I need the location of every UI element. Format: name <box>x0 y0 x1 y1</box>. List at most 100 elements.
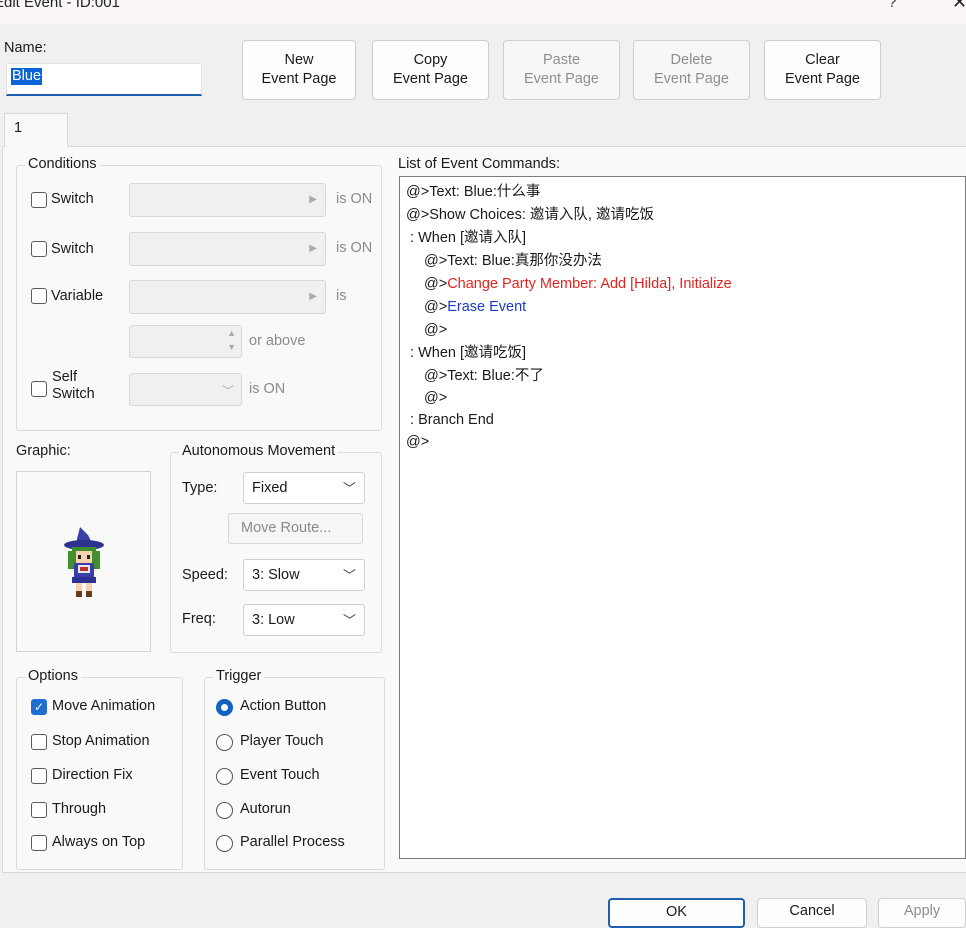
stop-animation-checkbox[interactable] <box>31 734 47 750</box>
type-label: Type: <box>182 480 218 496</box>
trigger-title: Trigger <box>213 668 265 684</box>
name-input[interactable]: Blue <box>6 63 202 96</box>
button-line: Event Page <box>785 71 860 87</box>
name-value: Blue <box>11 68 43 85</box>
speed-value: 3: Slow <box>252 567 300 583</box>
or-above-label: or above <box>249 333 306 349</box>
autorun-radio[interactable] <box>216 802 233 819</box>
command-text: Show Choices: 邀请入队, 邀请吃饭 <box>429 207 654 223</box>
command-text: Branch End <box>418 412 494 428</box>
command-text: When [邀请入队] <box>418 230 527 246</box>
variable-label: Variable <box>51 288 104 304</box>
button-line: New <box>284 52 314 68</box>
command-line[interactable]: @>Erase Event <box>424 297 526 317</box>
paste-event-page-button[interactable]: Paste Event Page <box>503 40 620 100</box>
play-arrow-icon: ▶ <box>309 243 317 254</box>
window-title: Edit Event - ID:001 <box>0 0 120 11</box>
command-line[interactable]: @> <box>406 432 429 452</box>
switch1-checkbox[interactable] <box>31 192 47 208</box>
new-event-page-button[interactable]: New Event Page <box>242 40 356 100</box>
freq-select[interactable]: 3: Low ﹀ <box>243 604 365 636</box>
ok-label: OK <box>666 904 687 920</box>
self-switch-select[interactable]: ﹀ <box>129 373 242 406</box>
chevron-down-icon: ﹀ <box>342 568 356 583</box>
variable-selector[interactable]: ▶ <box>129 280 326 314</box>
command-prefix: @> <box>424 276 448 292</box>
clear-event-page-button[interactable]: Clear Event Page <box>764 40 881 100</box>
parallel-process-radio[interactable] <box>216 835 233 852</box>
command-line[interactable]: @>Change Party Member: Add [Hilda], Init… <box>424 274 732 294</box>
freq-label: Freq: <box>182 611 216 627</box>
tab-page-1[interactable]: 1 <box>4 113 68 147</box>
variable-value-spinner[interactable]: ▲ ▼ <box>129 325 242 358</box>
command-line[interactable]: : When [邀请吃饭] <box>410 343 526 363</box>
direction-fix-label: Direction Fix <box>52 767 133 783</box>
command-line[interactable]: @>Text: Blue:不了 <box>424 366 544 386</box>
title-bar <box>0 0 966 24</box>
command-prefix: @> <box>406 207 430 223</box>
chevron-down-icon: ﹀ <box>342 481 356 496</box>
event-commands-label: List of Event Commands: <box>398 156 560 172</box>
play-arrow-icon: ▶ <box>309 291 317 302</box>
command-line[interactable]: @> <box>424 388 447 408</box>
action-button-radio[interactable] <box>216 699 233 716</box>
variable-checkbox[interactable] <box>31 288 47 304</box>
command-line[interactable]: : When [邀请入队] <box>410 228 526 248</box>
command-text: Text: Blue:真那你没办法 <box>447 253 602 269</box>
event-touch-radio[interactable] <box>216 768 233 785</box>
command-text: Erase Event <box>447 299 527 315</box>
move-animation-label: Move Animation <box>52 698 156 714</box>
move-animation-checkbox[interactable]: ✓ <box>31 699 47 715</box>
through-checkbox[interactable] <box>31 802 47 818</box>
copy-event-page-button[interactable]: Copy Event Page <box>372 40 489 100</box>
event-commands-list[interactable]: @>Text: Blue:什么事 @>Show Choices: 邀请入队, 邀… <box>399 176 966 859</box>
command-line[interactable]: : Branch End <box>410 410 494 430</box>
command-prefix: @> <box>406 434 430 450</box>
switch1-label: Switch <box>51 191 94 207</box>
tab-label: 1 <box>14 120 23 136</box>
stop-animation-label: Stop Animation <box>52 733 150 749</box>
type-select[interactable]: Fixed ﹀ <box>243 472 365 504</box>
command-prefix: : <box>410 412 419 428</box>
switch2-checkbox[interactable] <box>31 241 47 257</box>
graphic-box[interactable] <box>16 471 151 652</box>
command-line[interactable]: @>Text: Blue:真那你没办法 <box>424 251 602 271</box>
speed-select[interactable]: 3: Slow ﹀ <box>243 559 365 591</box>
spin-up-icon: ▲ <box>227 328 236 338</box>
command-text: Change Party Member: Add [Hilda], Initia… <box>447 276 732 292</box>
command-line[interactable]: @>Text: Blue:什么事 <box>406 182 540 202</box>
event-touch-label: Event Touch <box>240 767 320 783</box>
close-icon[interactable]: ✕ <box>952 0 966 13</box>
self-switch-label: Self Switch <box>52 369 95 403</box>
command-prefix: @> <box>424 390 448 406</box>
apply-button[interactable]: Apply <box>878 898 966 928</box>
button-line: Event Page <box>654 71 729 87</box>
command-line[interactable]: @>Show Choices: 邀请入队, 邀请吃饭 <box>406 205 654 225</box>
move-route-button[interactable]: Move Route... <box>228 513 363 544</box>
delete-event-page-button[interactable]: Delete Event Page <box>633 40 750 100</box>
freq-value: 3: Low <box>252 612 295 628</box>
player-touch-radio[interactable] <box>216 734 233 751</box>
chevron-down-icon: ﹀ <box>221 384 234 398</box>
command-prefix: : <box>410 345 419 361</box>
command-prefix: @> <box>424 253 448 269</box>
speed-label: Speed: <box>182 567 228 583</box>
ok-button[interactable]: OK <box>608 898 745 928</box>
direction-fix-checkbox[interactable] <box>31 768 47 784</box>
help-button[interactable]: ? <box>888 0 896 11</box>
button-line: Clear <box>805 52 840 68</box>
switch1-selector[interactable]: ▶ <box>129 183 326 217</box>
switch2-selector[interactable]: ▶ <box>129 232 326 266</box>
spin-down-icon: ▼ <box>227 342 236 352</box>
button-line: Event Page <box>524 71 599 87</box>
play-arrow-icon: ▶ <box>309 194 317 205</box>
autonomous-movement-title: Autonomous Movement <box>179 443 339 459</box>
self-switch-checkbox[interactable] <box>31 381 47 397</box>
cancel-button[interactable]: Cancel <box>757 898 867 928</box>
graphic-label: Graphic: <box>16 443 71 459</box>
chevron-down-icon: ﹀ <box>342 613 356 628</box>
player-touch-label: Player Touch <box>240 733 324 749</box>
command-line[interactable]: @> <box>424 320 447 340</box>
always-on-top-checkbox[interactable] <box>31 835 47 851</box>
variable-suffix: is <box>336 288 347 304</box>
